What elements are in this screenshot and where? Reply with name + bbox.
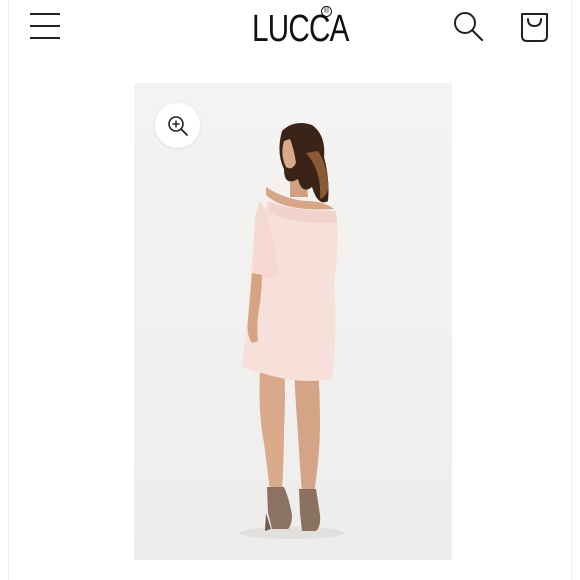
zoom-in-icon xyxy=(168,116,188,136)
menu-icon-bar xyxy=(30,25,60,27)
product-photo xyxy=(240,123,344,539)
search-button[interactable] xyxy=(452,10,486,44)
product-image[interactable] xyxy=(134,83,452,560)
cart-button[interactable] xyxy=(518,10,552,44)
registered-mark: ® xyxy=(321,6,332,17)
shopping-bag-icon xyxy=(521,13,548,42)
site-header: LUCCA ® xyxy=(0,0,580,56)
menu-icon-bar xyxy=(30,37,60,39)
brand-logo[interactable]: LUCCA xyxy=(252,7,349,51)
frame-border-right xyxy=(571,0,572,580)
zoom-button[interactable] xyxy=(155,103,200,148)
menu-icon-bar xyxy=(30,13,60,15)
frame-border-left xyxy=(8,0,9,580)
menu-button[interactable] xyxy=(30,12,62,40)
search-icon xyxy=(454,12,484,42)
